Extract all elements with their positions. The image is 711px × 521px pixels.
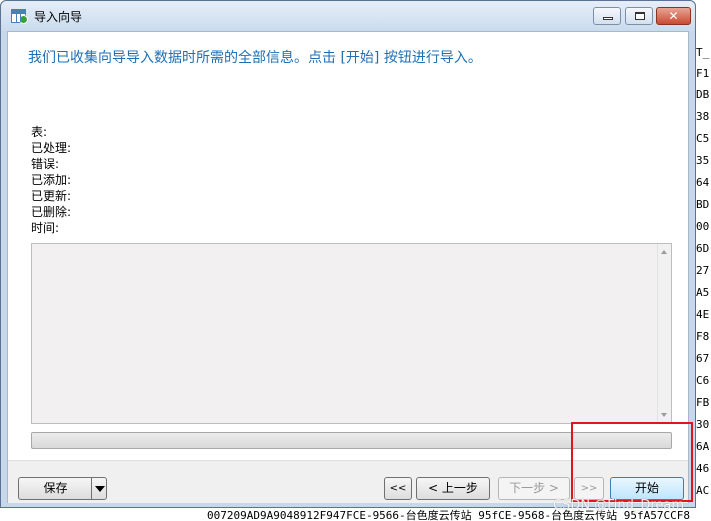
background-text-row: A5 [696, 286, 710, 299]
background-text-row: 4E [696, 308, 710, 321]
watermark: CSDN @Find_Dream [553, 498, 685, 513]
background-text-row: BD [696, 198, 710, 211]
background-text-row: T_ [696, 46, 710, 59]
stat-time-label: 时间: [31, 221, 60, 235]
page-headline: 我们已收集向导导入数据时所需的全部信息。点击 [开始] 按钮进行导入。 [28, 50, 482, 66]
close-button[interactable]: ✕ [656, 7, 691, 25]
background-text-row: 67 [696, 352, 710, 365]
background-text-row: 38 [696, 110, 710, 123]
import-wizard-icon [11, 9, 28, 24]
close-icon: ✕ [668, 9, 679, 23]
background-text-row: DB [696, 88, 710, 101]
stat-updated-label: 已更新: [31, 189, 72, 203]
window-title: 导入向导 [34, 10, 83, 24]
background-text-row: 00 [696, 220, 710, 233]
stat-errors-label: 错误: [31, 157, 60, 171]
maximize-icon [635, 12, 645, 20]
stat-deleted-label: 已删除: [31, 205, 72, 219]
background-text-row: F1 [696, 67, 710, 80]
minimize-button[interactable] [593, 7, 621, 25]
import-log-textarea[interactable] [31, 243, 672, 424]
background-text-row: C5 [696, 132, 710, 145]
start-button-highlight-box [571, 422, 693, 502]
background-text-row: 6D [696, 242, 710, 255]
background-text-row: 35 [696, 154, 710, 167]
stat-processed-label: 已处理: [31, 141, 72, 155]
first-step-button[interactable]: << [384, 477, 412, 500]
background-text-row: AC [696, 484, 710, 497]
scroll-down-arrow-icon[interactable] [661, 413, 667, 417]
chevron-down-icon [95, 486, 105, 492]
save-dropdown-button[interactable] [91, 477, 107, 500]
title-bar[interactable]: 导入向导 ✕ [1, 1, 695, 31]
log-scrollbar[interactable] [657, 244, 671, 423]
next-step-button[interactable]: 下一步 > [498, 477, 570, 500]
background-text-row: 6A [696, 440, 710, 453]
background-text-row: 46 [696, 462, 710, 475]
background-text-row: FB [696, 396, 710, 409]
import-stats: 表: 已处理: 错误: 已添加: 已更新: 已删除: 时间: [31, 124, 71, 236]
previous-step-button[interactable]: < 上一步 [416, 477, 490, 500]
background-text-row: 27 [696, 264, 710, 277]
scroll-up-arrow-icon[interactable] [661, 250, 667, 254]
stat-tables-label: 表: [31, 125, 48, 139]
stat-added-label: 已添加: [31, 173, 72, 187]
minimize-icon [603, 17, 613, 20]
save-button[interactable]: 保存 [18, 477, 92, 500]
background-text-row: C6 [696, 374, 710, 387]
background-text-row: F8 [696, 330, 710, 343]
maximize-button[interactable] [625, 7, 653, 25]
background-text-row: 30 [696, 418, 710, 431]
background-text-row: 64 [696, 176, 710, 189]
